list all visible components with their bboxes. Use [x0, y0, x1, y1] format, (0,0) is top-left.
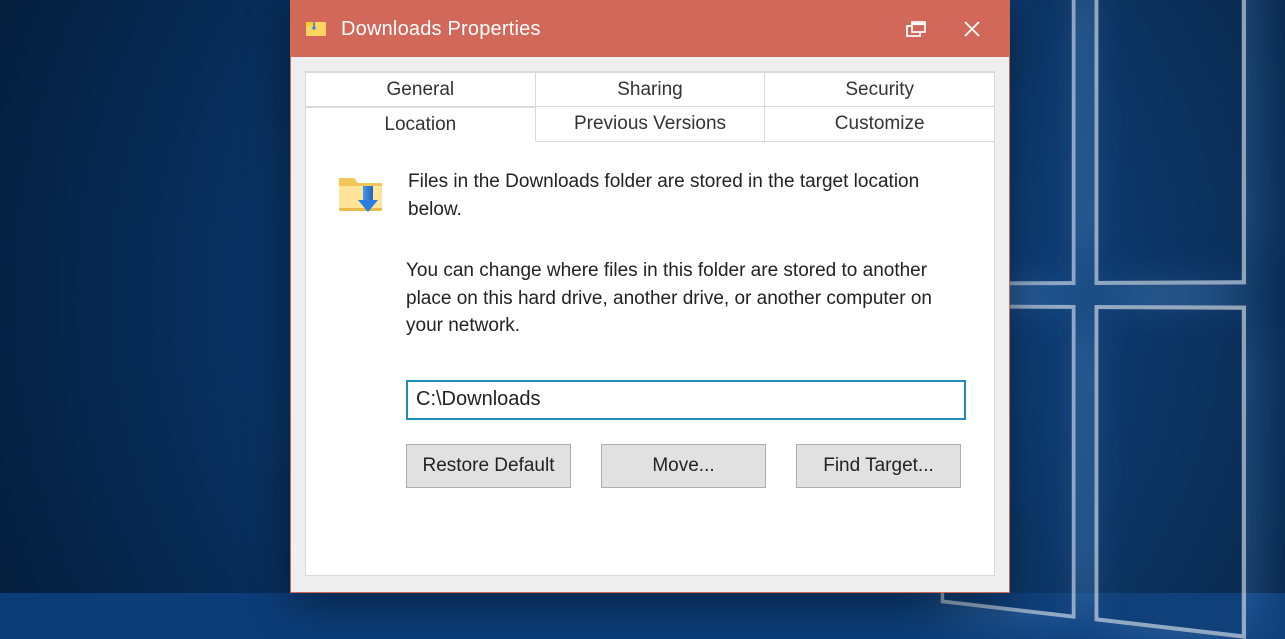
tab-security[interactable]: Security — [765, 72, 994, 107]
move-button[interactable]: Move... — [601, 444, 766, 488]
location-panel: Files in the Downloads folder are stored… — [306, 142, 994, 508]
intro-text: Files in the Downloads folder are stored… — [408, 168, 964, 223]
folder-download-icon — [305, 18, 327, 40]
content-frame: General Sharing Security Location Previo… — [291, 57, 1009, 592]
tab-strip: General Sharing Security Location Previo… — [306, 72, 994, 142]
explain-text: You can change where files in this folde… — [406, 257, 964, 340]
tab-general[interactable]: General — [306, 72, 536, 107]
titlebar[interactable]: Downloads Properties — [291, 1, 1009, 57]
path-input[interactable] — [406, 380, 966, 420]
restore-window-icon[interactable] — [889, 1, 944, 57]
find-target-button[interactable]: Find Target... — [796, 444, 961, 488]
tab-sharing[interactable]: Sharing — [536, 72, 766, 107]
folder-download-large-icon — [336, 168, 386, 216]
tab-previous-versions[interactable]: Previous Versions — [536, 107, 766, 142]
restore-default-button[interactable]: Restore Default — [406, 444, 571, 488]
tab-customize[interactable]: Customize — [765, 107, 994, 142]
window-title: Downloads Properties — [341, 18, 541, 41]
properties-window: Downloads Properties General Sharing Sec… — [290, 0, 1010, 593]
close-button[interactable] — [944, 1, 999, 57]
tab-location[interactable]: Location — [306, 107, 536, 142]
